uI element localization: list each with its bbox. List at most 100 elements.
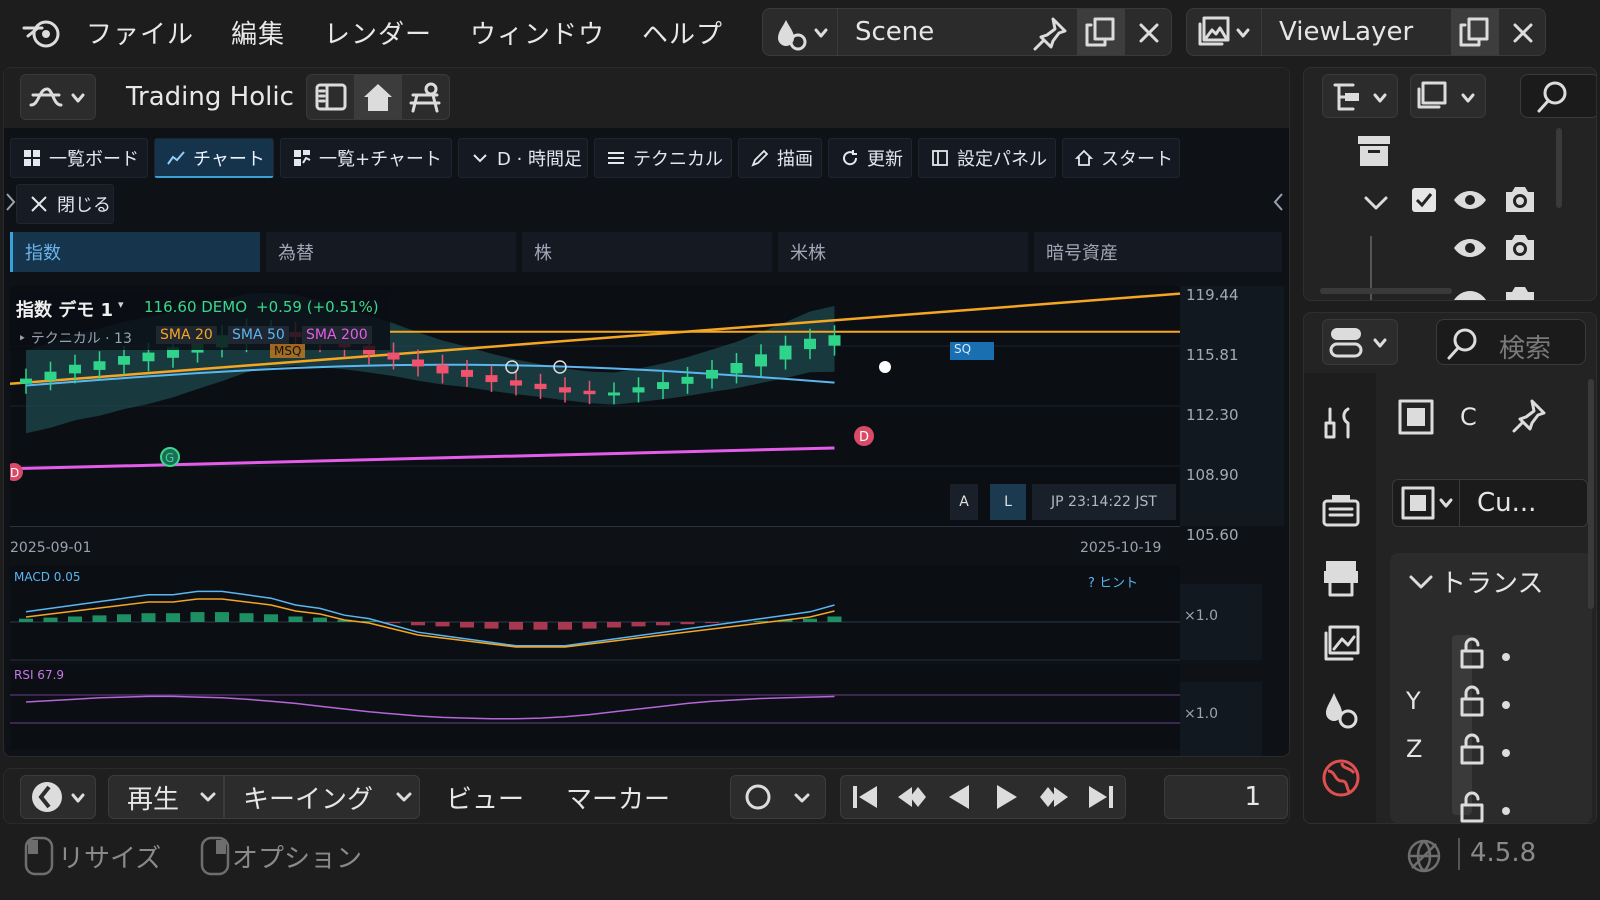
tool-settings-icon[interactable] — [1320, 403, 1362, 445]
tool-start[interactable]: スタート — [1062, 138, 1180, 178]
macd-bar — [827, 616, 842, 622]
marker-menu[interactable]: マーカー — [566, 779, 670, 816]
camera-icon[interactable] — [1502, 232, 1538, 264]
log-scale-button[interactable]: L — [990, 484, 1026, 520]
macd-chart[interactable] — [10, 566, 1180, 662]
eye-icon[interactable] — [1452, 234, 1488, 262]
rsi-scale-label[interactable]: ×1.0 — [1184, 706, 1218, 722]
tab-forex[interactable]: 為替 — [266, 232, 516, 272]
auto-scale-button[interactable]: A — [950, 484, 978, 520]
technical-label[interactable]: ‣ テクニカル · 13 — [18, 328, 132, 348]
lock-icon[interactable] — [1454, 791, 1514, 823]
horizontal-scrollbar[interactable] — [1320, 288, 1452, 294]
outliner-search[interactable] — [1520, 74, 1596, 118]
symbol-dropdown-icon[interactable]: ▾ — [118, 298, 124, 311]
tool-list-chart[interactable]: 一覧+チャート — [280, 138, 452, 178]
scene-icon[interactable] — [1320, 689, 1362, 731]
home-button[interactable] — [354, 75, 402, 119]
lock-icon[interactable] — [1454, 685, 1514, 721]
macd-scale-label[interactable]: ×1.0 — [1184, 608, 1218, 624]
outliner-editor-type[interactable] — [1322, 74, 1398, 118]
menu-help[interactable]: ヘルプ — [642, 14, 723, 51]
section-title[interactable]: トランス — [1440, 563, 1543, 600]
play-reverse-icon[interactable] — [939, 777, 979, 817]
camera-icon[interactable] — [1502, 280, 1538, 301]
chevron-down-icon[interactable] — [1408, 571, 1434, 593]
prev-keyframe-icon[interactable] — [892, 777, 932, 817]
close-icon[interactable] — [1509, 19, 1539, 47]
tool-timeframe[interactable]: D · 時間足 — [458, 138, 588, 178]
sidebar-icon — [315, 83, 347, 111]
camera-icon[interactable] — [1502, 184, 1538, 216]
vertical-scrollbar[interactable] — [1556, 128, 1562, 208]
render-icon[interactable] — [1320, 489, 1362, 531]
lock-icon[interactable] — [1454, 733, 1514, 769]
chevron-down-icon[interactable] — [1362, 190, 1390, 214]
new-view-layer-button[interactable] — [1451, 9, 1499, 55]
macd-bar — [117, 614, 131, 622]
pin-icon[interactable] — [1508, 397, 1548, 437]
sma50-label[interactable]: SMA 50 — [228, 326, 289, 344]
object-data-selector[interactable]: Cu... — [1392, 479, 1588, 527]
tab-us-stocks[interactable]: 米株 — [778, 232, 1028, 272]
rsi-chart[interactable] — [10, 664, 1180, 750]
chevron-down-icon[interactable] — [782, 777, 822, 817]
tab-indices[interactable]: 指数 — [10, 232, 260, 272]
record-icon[interactable] — [734, 777, 782, 817]
sma200-label[interactable]: SMA 200 — [302, 326, 372, 344]
sidebar-toggle-button[interactable] — [307, 75, 354, 119]
lock-icon[interactable] — [1454, 637, 1514, 673]
tab-crypto[interactable]: 暗号資産 — [1034, 232, 1282, 272]
picnic-button[interactable] — [402, 75, 449, 119]
display-mode-dropdown[interactable] — [1410, 74, 1486, 118]
tool-chart[interactable]: チャート — [154, 138, 274, 178]
eye-icon[interactable] — [1452, 186, 1488, 214]
view-layer-icon[interactable] — [1320, 623, 1362, 665]
chevron-down-icon — [473, 154, 487, 163]
menu-render[interactable]: レンダー — [324, 14, 432, 51]
view-layer-type-dropdown[interactable] — [1187, 9, 1261, 55]
collapse-right-icon[interactable] — [1272, 190, 1286, 214]
vertical-scrollbar[interactable] — [1588, 379, 1594, 609]
close-button[interactable]: 閉じる — [16, 184, 114, 224]
blender-logo-icon[interactable] — [20, 14, 64, 50]
timeline-editor-type[interactable] — [20, 775, 96, 819]
divider — [1459, 480, 1460, 526]
tool-draw[interactable]: 描画 — [738, 138, 822, 178]
new-scene-button[interactable] — [1077, 9, 1125, 55]
playback-menu[interactable]: 再生 — [108, 775, 224, 819]
menu-window[interactable]: ウィンドウ — [470, 14, 605, 51]
jump-start-icon[interactable] — [845, 777, 885, 817]
tool-refresh[interactable]: 更新 — [828, 138, 912, 178]
view-layer-name[interactable]: ViewLayer — [1279, 17, 1413, 47]
menu-file[interactable]: ファイル — [86, 14, 194, 51]
play-icon[interactable] — [987, 777, 1027, 817]
scene-name[interactable]: Scene — [855, 17, 934, 47]
scene-type-dropdown[interactable] — [763, 9, 837, 55]
menu-edit[interactable]: 編集 — [231, 14, 285, 51]
world-icon[interactable] — [1320, 757, 1362, 799]
tool-technical[interactable]: テクニカル — [594, 138, 732, 178]
properties-editor-type[interactable] — [1322, 319, 1398, 365]
network-off-icon[interactable] — [1404, 836, 1444, 876]
tool-settings-panel[interactable]: 設定パネル — [918, 138, 1056, 178]
object-name[interactable]: C — [1460, 403, 1477, 431]
symbol-label[interactable]: 指数 デモ 1 — [16, 296, 113, 322]
close-icon[interactable] — [1135, 19, 1165, 47]
keying-menu[interactable]: キーイング — [224, 775, 420, 819]
editor-type-dropdown[interactable] — [20, 74, 96, 120]
current-frame-field[interactable]: 1 — [1164, 775, 1288, 819]
output-icon[interactable] — [1320, 557, 1362, 599]
tab-stocks[interactable]: 株 — [522, 232, 772, 272]
hint-label[interactable]: ? ヒント — [1088, 572, 1138, 591]
eye-icon[interactable] — [1452, 282, 1488, 301]
properties-search[interactable]: 検索 — [1436, 319, 1586, 365]
pin-icon[interactable] — [1031, 15, 1071, 51]
sma20-label[interactable]: SMA 20 — [156, 326, 217, 344]
tool-list-board[interactable]: 一覧ボード — [10, 138, 148, 178]
split-icon — [294, 150, 311, 166]
view-menu[interactable]: ビュー — [446, 779, 524, 816]
jump-end-icon[interactable] — [1081, 777, 1121, 817]
next-keyframe-icon[interactable] — [1034, 777, 1074, 817]
checkbox-icon[interactable] — [1410, 186, 1438, 214]
